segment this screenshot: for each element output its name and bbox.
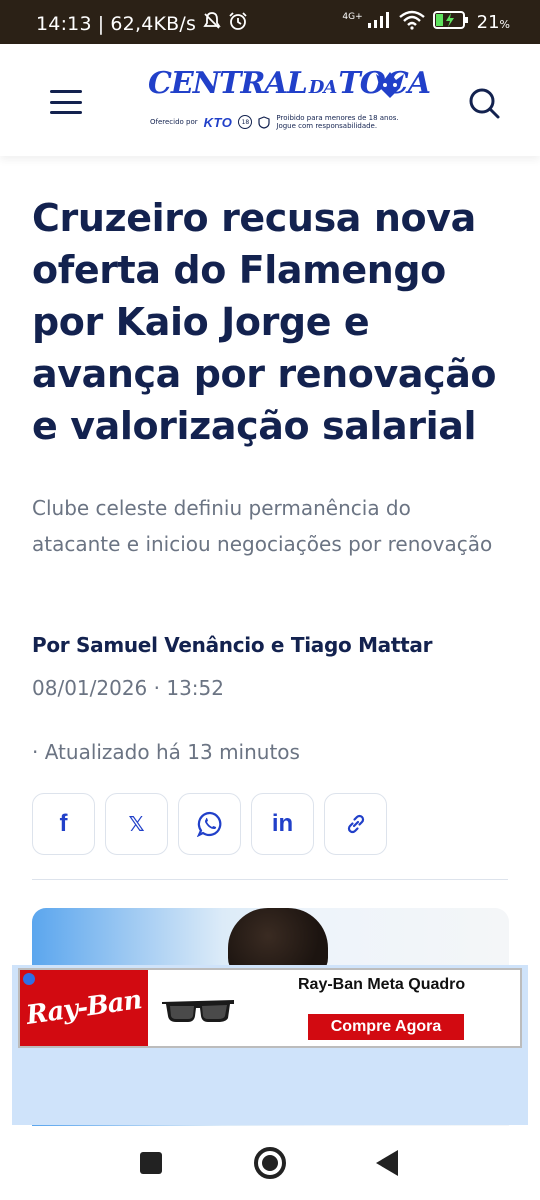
signal-icon — [367, 11, 391, 34]
home-button[interactable] — [254, 1147, 286, 1179]
network-type: 4G+ — [342, 11, 363, 22]
status-right: 4G+ 21% — [342, 10, 510, 35]
fox-icon — [376, 72, 404, 98]
menu-icon[interactable] — [50, 90, 82, 114]
ad-title: Ray-Ban Meta Quadro — [298, 976, 466, 993]
battery-icon — [432, 10, 469, 35]
facebook-icon: f — [59, 810, 68, 837]
recent-apps-button[interactable] — [140, 1152, 162, 1174]
ad-info-icon[interactable] — [23, 973, 35, 985]
article-date: 08/01/2026 · 13:52 — [32, 676, 224, 700]
article-byline[interactable]: Por Samuel Venâncio e Tiago Mattar — [32, 633, 432, 657]
legal-notice: Proibido para menores de 18 anos. Jogue … — [276, 114, 399, 130]
site-header: CENTRALDATOCA Oferecido por KTO 18 Proib… — [0, 44, 540, 156]
age-badge: 18 — [238, 115, 253, 129]
status-bar: 14:13 | 62,4KB/s 4G+ 21% — [0, 0, 540, 44]
article-updated: · Atualizado há 13 minutos — [32, 740, 300, 764]
share-whatsapp-button[interactable] — [178, 793, 241, 855]
site-logo[interactable]: CENTRALDATOCA Oferecido por KTO 18 Proib… — [148, 66, 431, 136]
wifi-icon — [398, 10, 425, 35]
search-icon[interactable] — [464, 84, 504, 124]
whatsapp-icon — [196, 811, 221, 837]
status-speed: 62,4KB/s — [110, 12, 197, 35]
system-nav-bar — [0, 1126, 540, 1200]
battery-percent: 21% — [476, 12, 510, 33]
ad-banner[interactable]: Ray-Ban Ray-Ban Meta Quadro Compre Agora — [18, 968, 522, 1048]
share-facebook-button[interactable]: f — [32, 793, 95, 855]
linkedin-icon: in — [271, 810, 294, 837]
ad-cta-button[interactable]: Compre Agora — [308, 1014, 464, 1040]
article-headline: Cruzeiro recusa nova oferta do Flamengo … — [32, 196, 497, 448]
divider — [32, 879, 508, 880]
share-linkedin-button[interactable]: in — [251, 793, 314, 855]
article-subtitle: Clube celeste definiu permanência do ata… — [32, 496, 493, 556]
status-left: 14:13 | 62,4KB/s — [36, 11, 248, 36]
copy-link-button[interactable] — [324, 793, 387, 855]
offered-by-label: Oferecido por — [150, 118, 198, 126]
shield-icon — [258, 115, 270, 129]
sunglasses-image — [162, 1000, 234, 1022]
logo-wordmark: CENTRALDATOCA — [148, 66, 431, 101]
status-time: 14:13 — [36, 12, 92, 35]
sponsor-line: Oferecido por KTO 18 Proibido para menor… — [150, 114, 399, 130]
mute-bell-icon — [202, 11, 222, 36]
back-button[interactable] — [376, 1150, 398, 1176]
alarm-icon — [228, 11, 248, 36]
share-bar: f 𝕏 in — [32, 793, 387, 855]
x-icon: 𝕏 — [128, 812, 145, 836]
share-x-button[interactable]: 𝕏 — [105, 793, 168, 855]
sponsor-logo: KTO — [203, 114, 233, 130]
link-icon — [347, 814, 364, 834]
ad-brand-logo: Ray-Ban — [20, 970, 148, 1046]
